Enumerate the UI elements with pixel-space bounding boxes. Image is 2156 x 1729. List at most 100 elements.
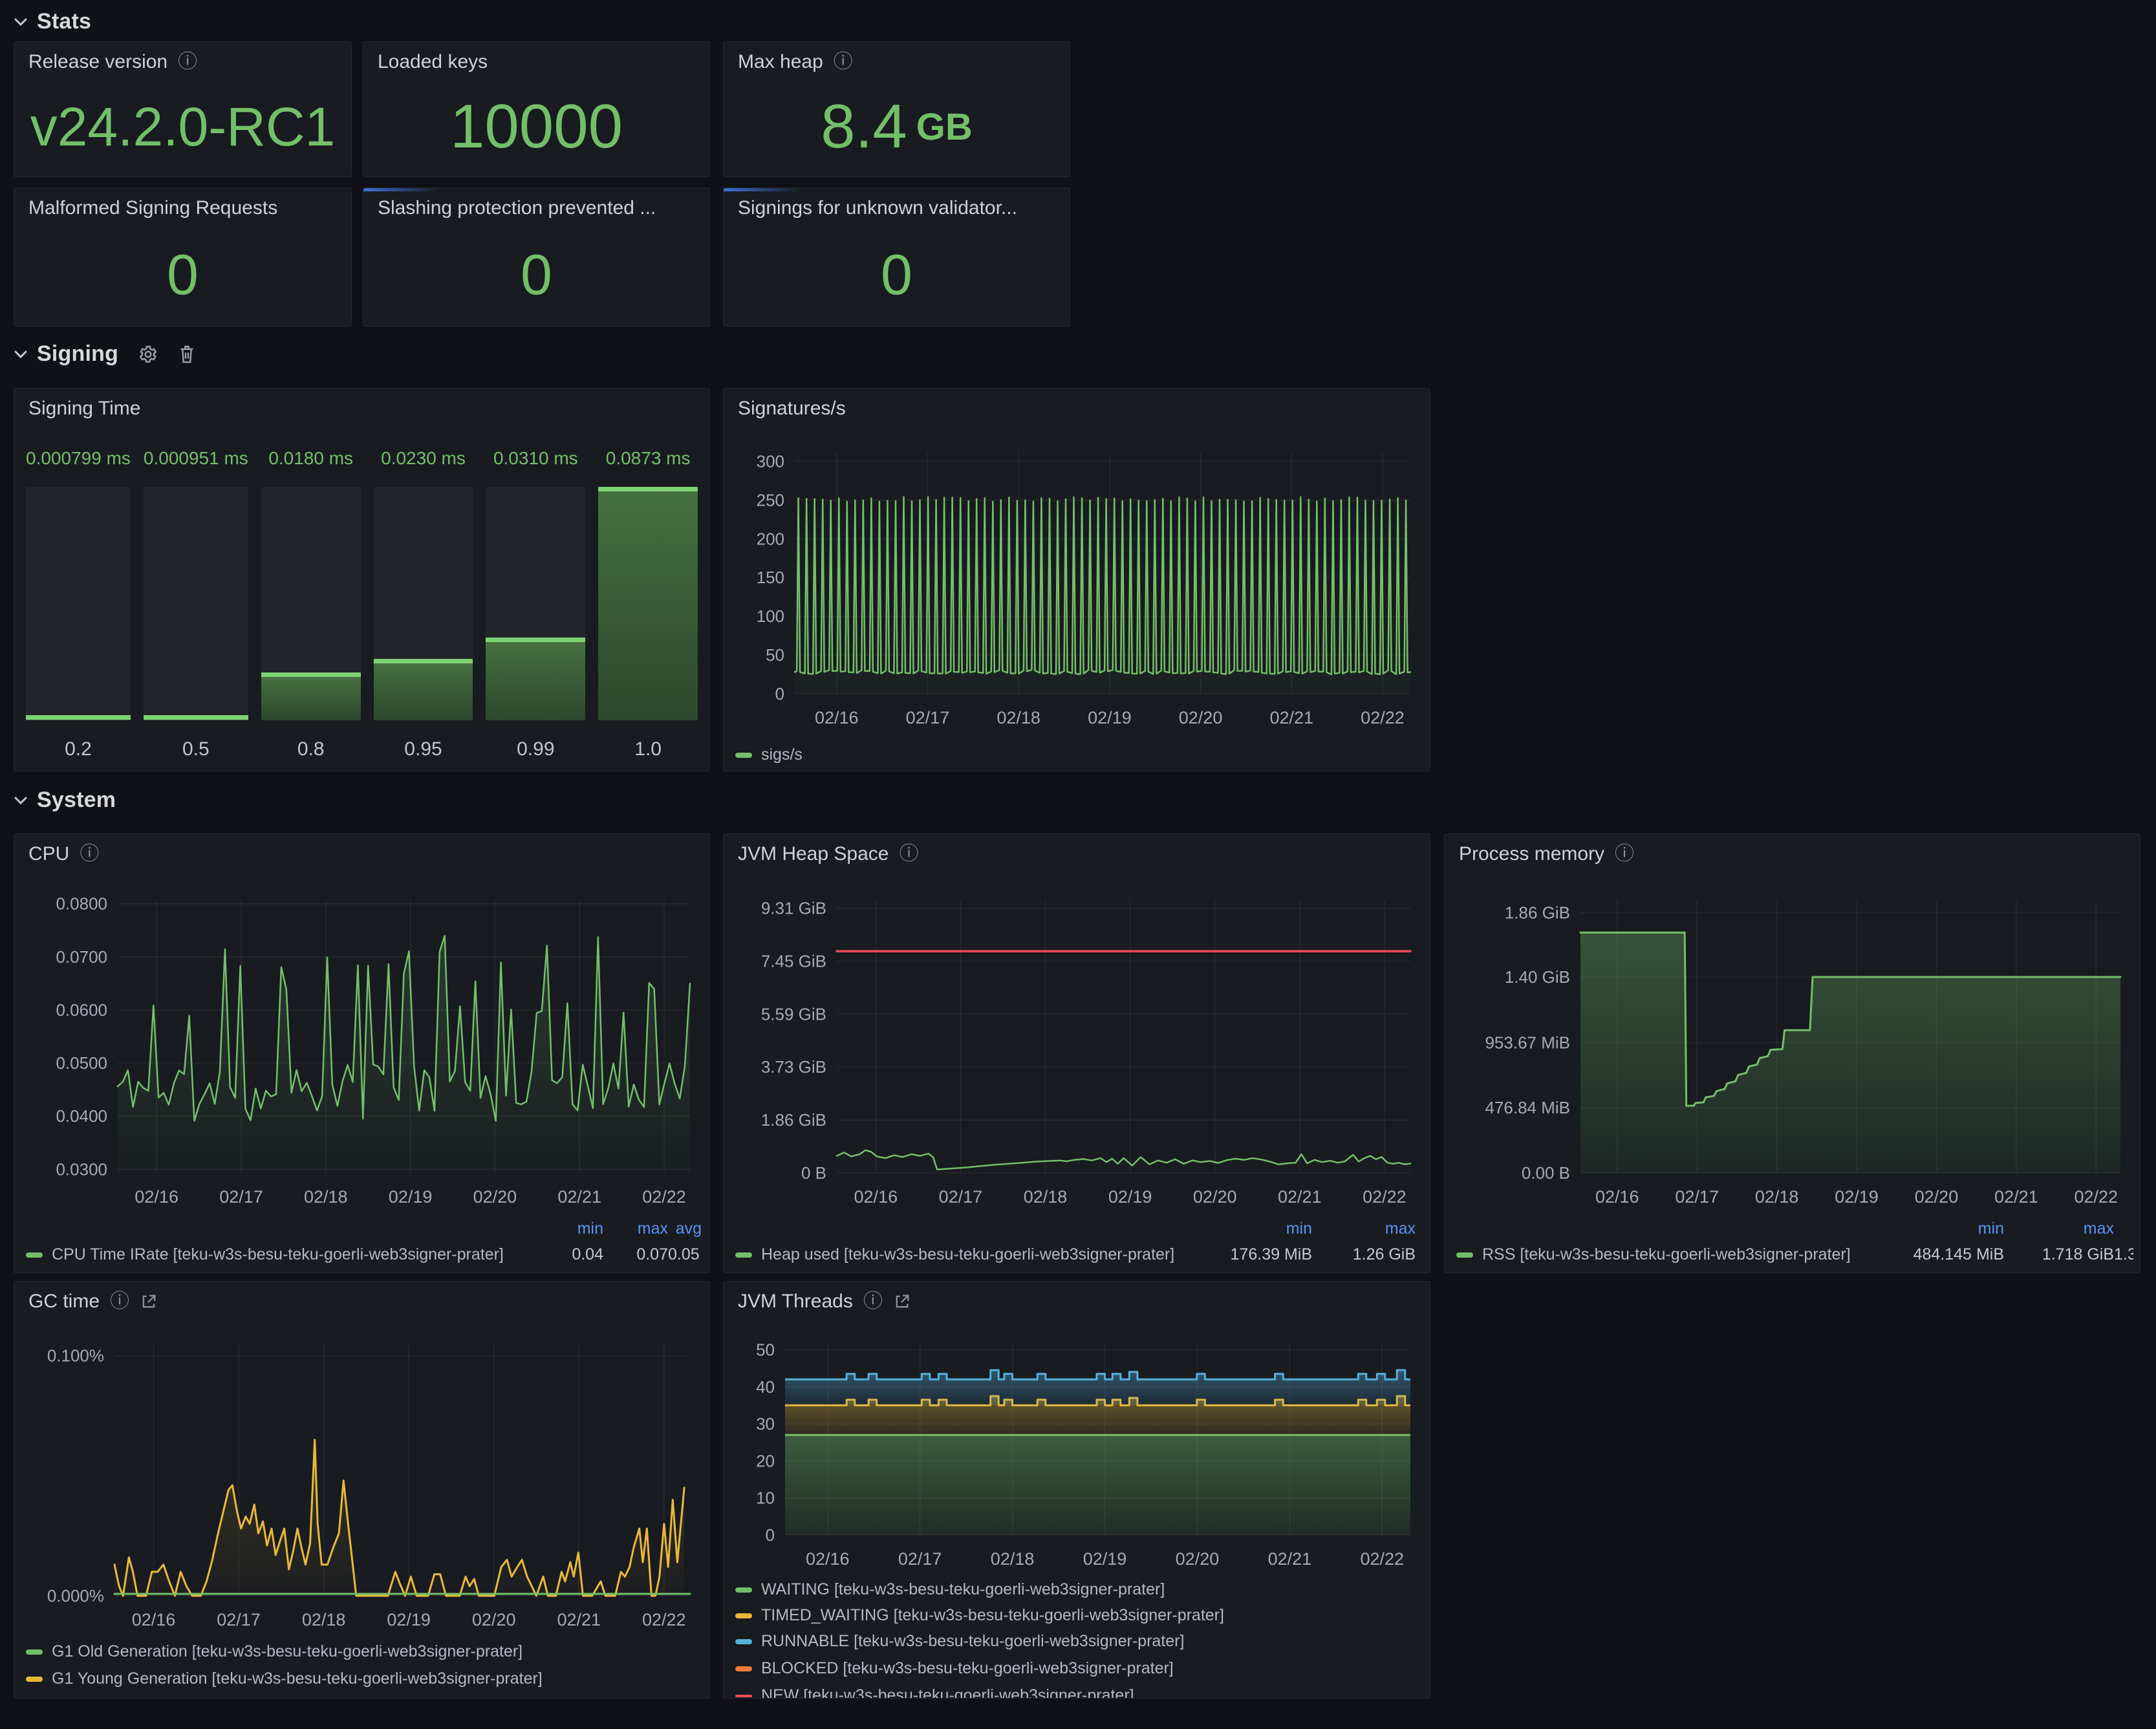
svg-text:02/20: 02/20 — [473, 1187, 517, 1207]
svg-text:200: 200 — [757, 529, 784, 548]
legend-label[interactable]: RSS [teku-w3s-besu-teku-goerli-web3signe… — [1482, 1245, 1875, 1264]
legend-label[interactable]: G1 Young Generation [teku-w3s-besu-teku-… — [52, 1670, 698, 1688]
svg-text:02/20: 02/20 — [1179, 708, 1223, 727]
bar-value-label: 0.000951 ms — [144, 448, 248, 477]
legend-avg: 0.05 — [668, 1245, 702, 1264]
info-icon[interactable]: ⓘ — [80, 844, 99, 864]
section-header-system[interactable]: System — [14, 788, 116, 813]
section-title: Stats — [37, 9, 91, 34]
legend-row: G1 Old Generation [teku-w3s-besu-teku-go… — [26, 1642, 698, 1661]
svg-text:100: 100 — [757, 607, 784, 626]
svg-text:0.0700: 0.0700 — [56, 947, 107, 967]
grafana-dashboard: { "headers": { "stats": "Stats", "signin… — [0, 0, 2156, 1729]
svg-text:02/20: 02/20 — [1915, 1187, 1959, 1207]
svg-text:02/18: 02/18 — [304, 1187, 348, 1207]
legend-row: RSS [teku-w3s-besu-teku-goerli-web3signe… — [1456, 1245, 2133, 1264]
info-icon[interactable]: ⓘ — [1615, 844, 1634, 864]
svg-text:1.86 GiB: 1.86 GiB — [1505, 903, 1570, 922]
bar-gauge-column[interactable]: 0.000951 ms 0.5 — [144, 448, 248, 760]
section-header-stats[interactable]: Stats — [14, 9, 91, 34]
bar-gauge-column[interactable]: 0.0310 ms0.99 — [486, 448, 585, 760]
gear-icon[interactable] — [138, 344, 158, 365]
legend-label[interactable]: sigs/s — [761, 746, 1418, 764]
external-link-icon[interactable] — [140, 1293, 158, 1311]
bar-gauge-column[interactable]: 0.0230 ms0.95 — [374, 448, 473, 760]
info-icon[interactable]: ⓘ — [899, 844, 918, 864]
svg-text:02/16: 02/16 — [132, 1610, 176, 1629]
legend-marker — [735, 1252, 752, 1258]
legend-label[interactable]: Heap used [teku-w3s-besu-teku-goerli-web… — [761, 1245, 1189, 1264]
trash-icon[interactable] — [178, 344, 196, 365]
signing-time-bar-gauge[interactable]: 0.000799 ms0.2 0.000951 ms 0.5 0.0180 ms0.8… — [26, 448, 698, 760]
section-header-signing[interactable]: Signing — [14, 341, 196, 367]
svg-text:02/19: 02/19 — [387, 1610, 431, 1629]
heap-chart-plot[interactable]: 0 B1.86 GiB3.73 GiB5.59 GiB7.45 GiB9.31 … — [730, 891, 1422, 1214]
info-icon[interactable]: ⓘ — [178, 52, 197, 72]
svg-text:0.000%: 0.000% — [47, 1586, 104, 1606]
bar-value-label: 0.000799 ms — [26, 448, 131, 477]
svg-text:150: 150 — [757, 568, 784, 587]
svg-text:1.86 GiB: 1.86 GiB — [761, 1110, 826, 1130]
legend-label[interactable]: BLOCKED [teku-w3s-besu-teku-goerli-web3s… — [761, 1659, 1418, 1678]
svg-text:0.00 B: 0.00 B — [1522, 1163, 1570, 1183]
legend-stat-headers: min max avg — [26, 1219, 702, 1238]
stat-value: 0 — [14, 231, 351, 318]
legend-label[interactable]: G1 Old Generation [teku-w3s-besu-teku-go… — [52, 1642, 698, 1661]
bar-gauge[interactable] — [598, 487, 698, 720]
legend-marker — [26, 1252, 43, 1258]
svg-text:02/18: 02/18 — [1755, 1187, 1799, 1207]
svg-text:953.67 MiB: 953.67 MiB — [1485, 1033, 1570, 1052]
chevron-down-icon — [14, 350, 28, 359]
legend-label[interactable]: WAITING [teku-w3s-besu-teku-goerli-web3s… — [761, 1580, 1418, 1599]
svg-text:02/21: 02/21 — [1278, 1187, 1322, 1207]
svg-text:9.31 GiB: 9.31 GiB — [761, 899, 826, 918]
svg-text:30: 30 — [756, 1414, 775, 1434]
bar-gauge[interactable] — [261, 487, 361, 720]
svg-text:0.100%: 0.100% — [47, 1346, 104, 1366]
legend-row: NEW [teku-w3s-besu-teku-goerli-web3signe… — [735, 1686, 1418, 1699]
bar-category-label: 0.8 — [261, 720, 361, 760]
legend-label[interactable]: TIMED_WAITING [teku-w3s-besu-teku-goerli… — [761, 1606, 1418, 1625]
legend-label[interactable]: NEW [teku-w3s-besu-teku-goerli-web3signe… — [761, 1686, 1418, 1699]
panel-loaded-keys: Loaded keys 10000 — [363, 41, 710, 177]
panel-max-heap: Max heap ⓘ 8.4GB — [723, 41, 1070, 177]
svg-text:02/22: 02/22 — [642, 1187, 686, 1207]
svg-text:02/18: 02/18 — [302, 1610, 346, 1629]
cpu-chart-plot[interactable]: 0.03000.04000.05000.06000.07000.080002/1… — [21, 891, 702, 1214]
process-memory-chart-plot[interactable]: 0.00 B476.84 MiB953.67 MiB1.40 GiB1.86 G… — [1451, 891, 2132, 1214]
bar-gauge-column[interactable]: 0.0180 ms0.8 — [261, 448, 361, 760]
legend-row: Heap used [teku-w3s-besu-teku-goerli-web… — [735, 1245, 1416, 1264]
bar-gauge[interactable] — [26, 487, 131, 720]
svg-text:02/16: 02/16 — [815, 708, 859, 727]
bar-gauge-column[interactable]: 0.0873 ms1.0 — [598, 448, 698, 760]
svg-text:02/22: 02/22 — [2074, 1187, 2118, 1207]
legend-row: sigs/s — [735, 746, 1418, 764]
jvm-threads-chart-plot[interactable]: 0102030405002/1602/1702/1802/1902/2002/2… — [730, 1335, 1422, 1575]
bar-category-label: 0.99 — [486, 720, 585, 760]
bar-gauge[interactable] — [374, 487, 473, 720]
panel-title: Slashing protection prevented ... — [378, 197, 656, 219]
gc-time-chart-plot[interactable]: 0.000%0.100%02/1602/1702/1802/1902/2002/… — [21, 1335, 702, 1637]
bar-gauge-column[interactable]: 0.000799 ms0.2 — [26, 448, 131, 760]
legend-marker — [735, 1695, 752, 1697]
svg-text:02/18: 02/18 — [991, 1549, 1035, 1569]
svg-text:02/21: 02/21 — [557, 1610, 601, 1629]
legend-marker — [1456, 1252, 1473, 1258]
chevron-down-icon — [14, 796, 28, 805]
info-icon[interactable]: ⓘ — [863, 1292, 883, 1311]
info-icon[interactable]: ⓘ — [110, 1292, 129, 1311]
panel-title: CPU — [28, 843, 69, 865]
legend-label[interactable]: CPU Time IRate [teku-w3s-besu-teku-goerl… — [52, 1245, 539, 1264]
svg-text:7.45 GiB: 7.45 GiB — [761, 952, 826, 971]
legend-marker — [735, 1666, 752, 1671]
svg-text:02/17: 02/17 — [217, 1610, 261, 1629]
panel-loading-indicator — [363, 188, 441, 191]
info-icon[interactable]: ⓘ — [834, 52, 853, 72]
bar-category-label: 0.5 — [144, 720, 248, 760]
legend-label[interactable]: RUNNABLE [teku-w3s-besu-teku-goerli-web3… — [761, 1632, 1418, 1651]
bar-gauge[interactable] — [486, 487, 585, 720]
stat-value: 8.4GB — [724, 85, 1070, 169]
bar-gauge[interactable] — [144, 487, 248, 720]
external-link-icon[interactable] — [893, 1293, 911, 1311]
signatures-chart-plot[interactable]: 05010015020025030002/1602/1702/1802/1902… — [730, 443, 1422, 735]
